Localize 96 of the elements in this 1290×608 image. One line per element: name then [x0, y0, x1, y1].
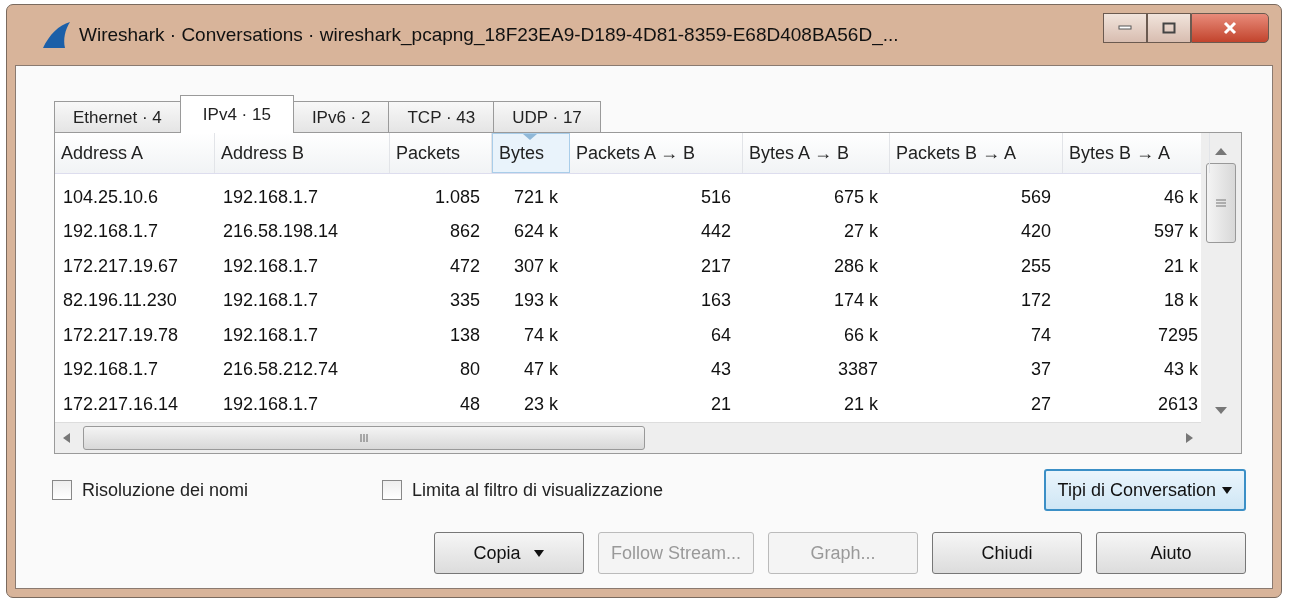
checkbox-label: Risoluzione dei nomi [82, 479, 249, 501]
table-cell-text: 48 [458, 393, 481, 415]
table-cell-text: 192.168.1.7 [222, 186, 320, 208]
table-cell-text: 74 [1029, 324, 1052, 346]
window-title: Wireshark · Conversations · wireshark_pcapng_18F23EA9-D189-4D81-8359-E68D408BA56D_... [79, 24, 899, 46]
table-cell-text: 21 k [1162, 255, 1199, 277]
table-cell-text: 74 k [522, 324, 559, 346]
shark-fin-icon [41, 21, 71, 49]
scroll-up-icon [1215, 147, 1227, 155]
table-cell-text: 172 [1019, 290, 1052, 312]
table-cell-text: 624 k [512, 221, 559, 243]
vertical-scrollbar[interactable] [1201, 133, 1241, 453]
table-cell-text: 172.217.16.14 [62, 393, 180, 415]
scroll-left-icon [63, 433, 71, 443]
table-cell-text: 192.168.1.7 [222, 290, 320, 312]
caret-icon [534, 549, 545, 557]
table-cell-text: 862 [448, 221, 481, 243]
tab[interactable]: UDP · 17 [493, 101, 601, 133]
table-cell-text: 104.25.10.6 [62, 186, 160, 208]
table-cell-text: 2613 [1156, 393, 1199, 415]
table-cell-text: 46 k [1162, 186, 1199, 208]
table-cell-text: 216.58.198.14 [222, 221, 340, 243]
tab[interactable]: IPv6 · 2 [292, 101, 390, 133]
table-cell-text: 216.58.212.74 [222, 359, 340, 381]
column-header[interactable]: Packets A → B [570, 133, 743, 173]
table-cell-text: 192.168.1.7 [222, 255, 320, 277]
table-cell-text: 442 [699, 221, 732, 243]
scrollbar-thumb[interactable] [1206, 163, 1236, 243]
table-cell-text: 27 k [842, 221, 879, 243]
dialog-button[interactable]: Aiuto [1096, 532, 1246, 574]
table-cell-text: 27 [1029, 393, 1052, 415]
column-header[interactable]: Packets B → A [890, 133, 1063, 173]
table-cell-text: 21 [709, 393, 732, 415]
close-button[interactable] [1191, 13, 1269, 43]
grip-icon [1215, 198, 1227, 208]
table-cell-text: 286 k [832, 255, 879, 277]
table-cell-text: 163 [699, 290, 732, 312]
table-cell-text: 7295 [1156, 324, 1199, 346]
table-cell-text: 335 [448, 290, 481, 312]
table-cell-text: 80 [458, 359, 481, 381]
column-header[interactable]: Bytes A → B [743, 133, 890, 173]
tab[interactable]: IPv4 · 15 [179, 95, 294, 133]
table-cell-text: 47 k [522, 359, 559, 381]
table-cell-text: 1.085 [433, 186, 481, 208]
table-cell-text: 172.217.19.67 [62, 255, 180, 277]
sort-arrow-icon [523, 134, 537, 140]
table-cell-text: 472 [448, 255, 481, 277]
tab[interactable]: TCP · 43 [388, 101, 495, 133]
table-cell-text: 721 k [512, 186, 559, 208]
checkbox[interactable] [382, 480, 402, 500]
grip-icon [359, 433, 369, 443]
table-cell-text: 675 k [832, 186, 879, 208]
dialog-button[interactable]: Chiudi [932, 532, 1082, 574]
table-cell-text: 193 k [512, 290, 559, 312]
table-cell-text: 217 [699, 255, 732, 277]
column-header[interactable]: Bytes [492, 133, 570, 173]
table-cell-text: 172.217.19.78 [62, 324, 180, 346]
table-cell-text: 192.168.1.7 [62, 359, 160, 381]
table-cell-text: 597 k [1152, 221, 1199, 243]
table-cell-text: 174 k [832, 290, 879, 312]
table-cell-text: 307 k [512, 255, 559, 277]
table-cell-text: 569 [1019, 186, 1052, 208]
horizontal-scrollbar[interactable] [55, 422, 1201, 453]
conversation-types-button[interactable]: Tipi di Conversation [1043, 469, 1246, 511]
column-header[interactable]: Address B [215, 133, 390, 173]
maximize-icon [1162, 22, 1176, 34]
dialog-button[interactable]: Copia [433, 532, 584, 574]
table-cell-text: 21 k [842, 393, 879, 415]
table-cell-text: 3387 [836, 359, 879, 381]
tab[interactable]: Ethernet · 4 [54, 101, 181, 133]
table-cell-text: 516 [699, 186, 732, 208]
minimize-icon [1118, 25, 1132, 31]
checkbox-label: Limita al filtro di visualizzazione [412, 479, 664, 501]
scroll-right-icon [1185, 433, 1193, 443]
table-cell-text: 192.168.1.7 [62, 221, 160, 243]
checkbox[interactable] [52, 480, 72, 500]
scroll-down-icon [1215, 407, 1227, 415]
close-icon [1222, 21, 1238, 35]
column-header[interactable]: Address A [55, 133, 215, 173]
table-cell-text: 43 k [1162, 359, 1199, 381]
caret-icon [1222, 486, 1232, 494]
table-cell-text: 82.196.11.230 [62, 290, 178, 312]
maximize-button[interactable] [1147, 13, 1191, 43]
table-cell-text: 420 [1019, 221, 1052, 243]
table-cell-text: 18 k [1162, 290, 1199, 312]
table-cell-text: 66 k [842, 324, 879, 346]
table-cell-text: 138 [448, 324, 481, 346]
table-cell-text: 192.168.1.7 [222, 393, 320, 415]
table-cell-text: 23 k [522, 393, 559, 415]
table-cell-text: 255 [1019, 255, 1052, 277]
table-cell-text: 37 [1029, 359, 1052, 381]
table-cell-text: 192.168.1.7 [222, 324, 320, 346]
table-cell-text: 43 [709, 359, 732, 381]
minimize-button[interactable] [1103, 13, 1147, 43]
table-cell-text: 64 [709, 324, 732, 346]
scrollbar-thumb[interactable] [83, 426, 645, 450]
